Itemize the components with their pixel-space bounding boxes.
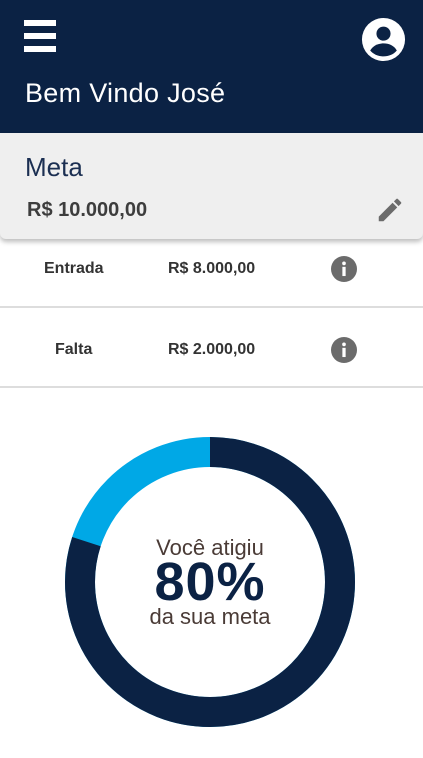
account-circle-icon [361,17,406,62]
remaining-info-button[interactable] [331,337,357,363]
app-header: Bem Vindo José [0,0,423,133]
income-info-button[interactable] [331,256,357,282]
welcome-message: Bem Vindo José [25,78,226,108]
remaining-row: Falta R$ 2.000,00 [0,310,423,390]
menu-button[interactable] [24,20,58,54]
menu-icon-bar-bottom [24,46,56,52]
income-label: Entrada [44,260,104,277]
menu-icon-bar-top [24,20,56,26]
edit-goal-button[interactable] [375,195,405,225]
pencil-icon [378,198,402,222]
goal-value: R$ 10.000,00 [27,199,148,221]
remaining-label: Falta [55,341,93,358]
info-icon [331,337,357,363]
row-divider [0,386,423,388]
income-row: Entrada R$ 8.000,00 [0,229,423,309]
remaining-value: R$ 2.000,00 [168,341,256,358]
income-value: R$ 8.000,00 [168,260,256,277]
goal-title: Meta [25,152,83,182]
row-divider [0,306,423,308]
info-icon [331,256,357,282]
profile-button[interactable] [360,16,407,63]
progress-summary: Você atigiu 80% da sua meta [64,436,356,728]
progress-caption-bottom: da sua meta [149,604,271,629]
goal-card: Meta R$ 10.000,00 [0,133,423,239]
menu-icon-bar-middle [24,33,56,39]
